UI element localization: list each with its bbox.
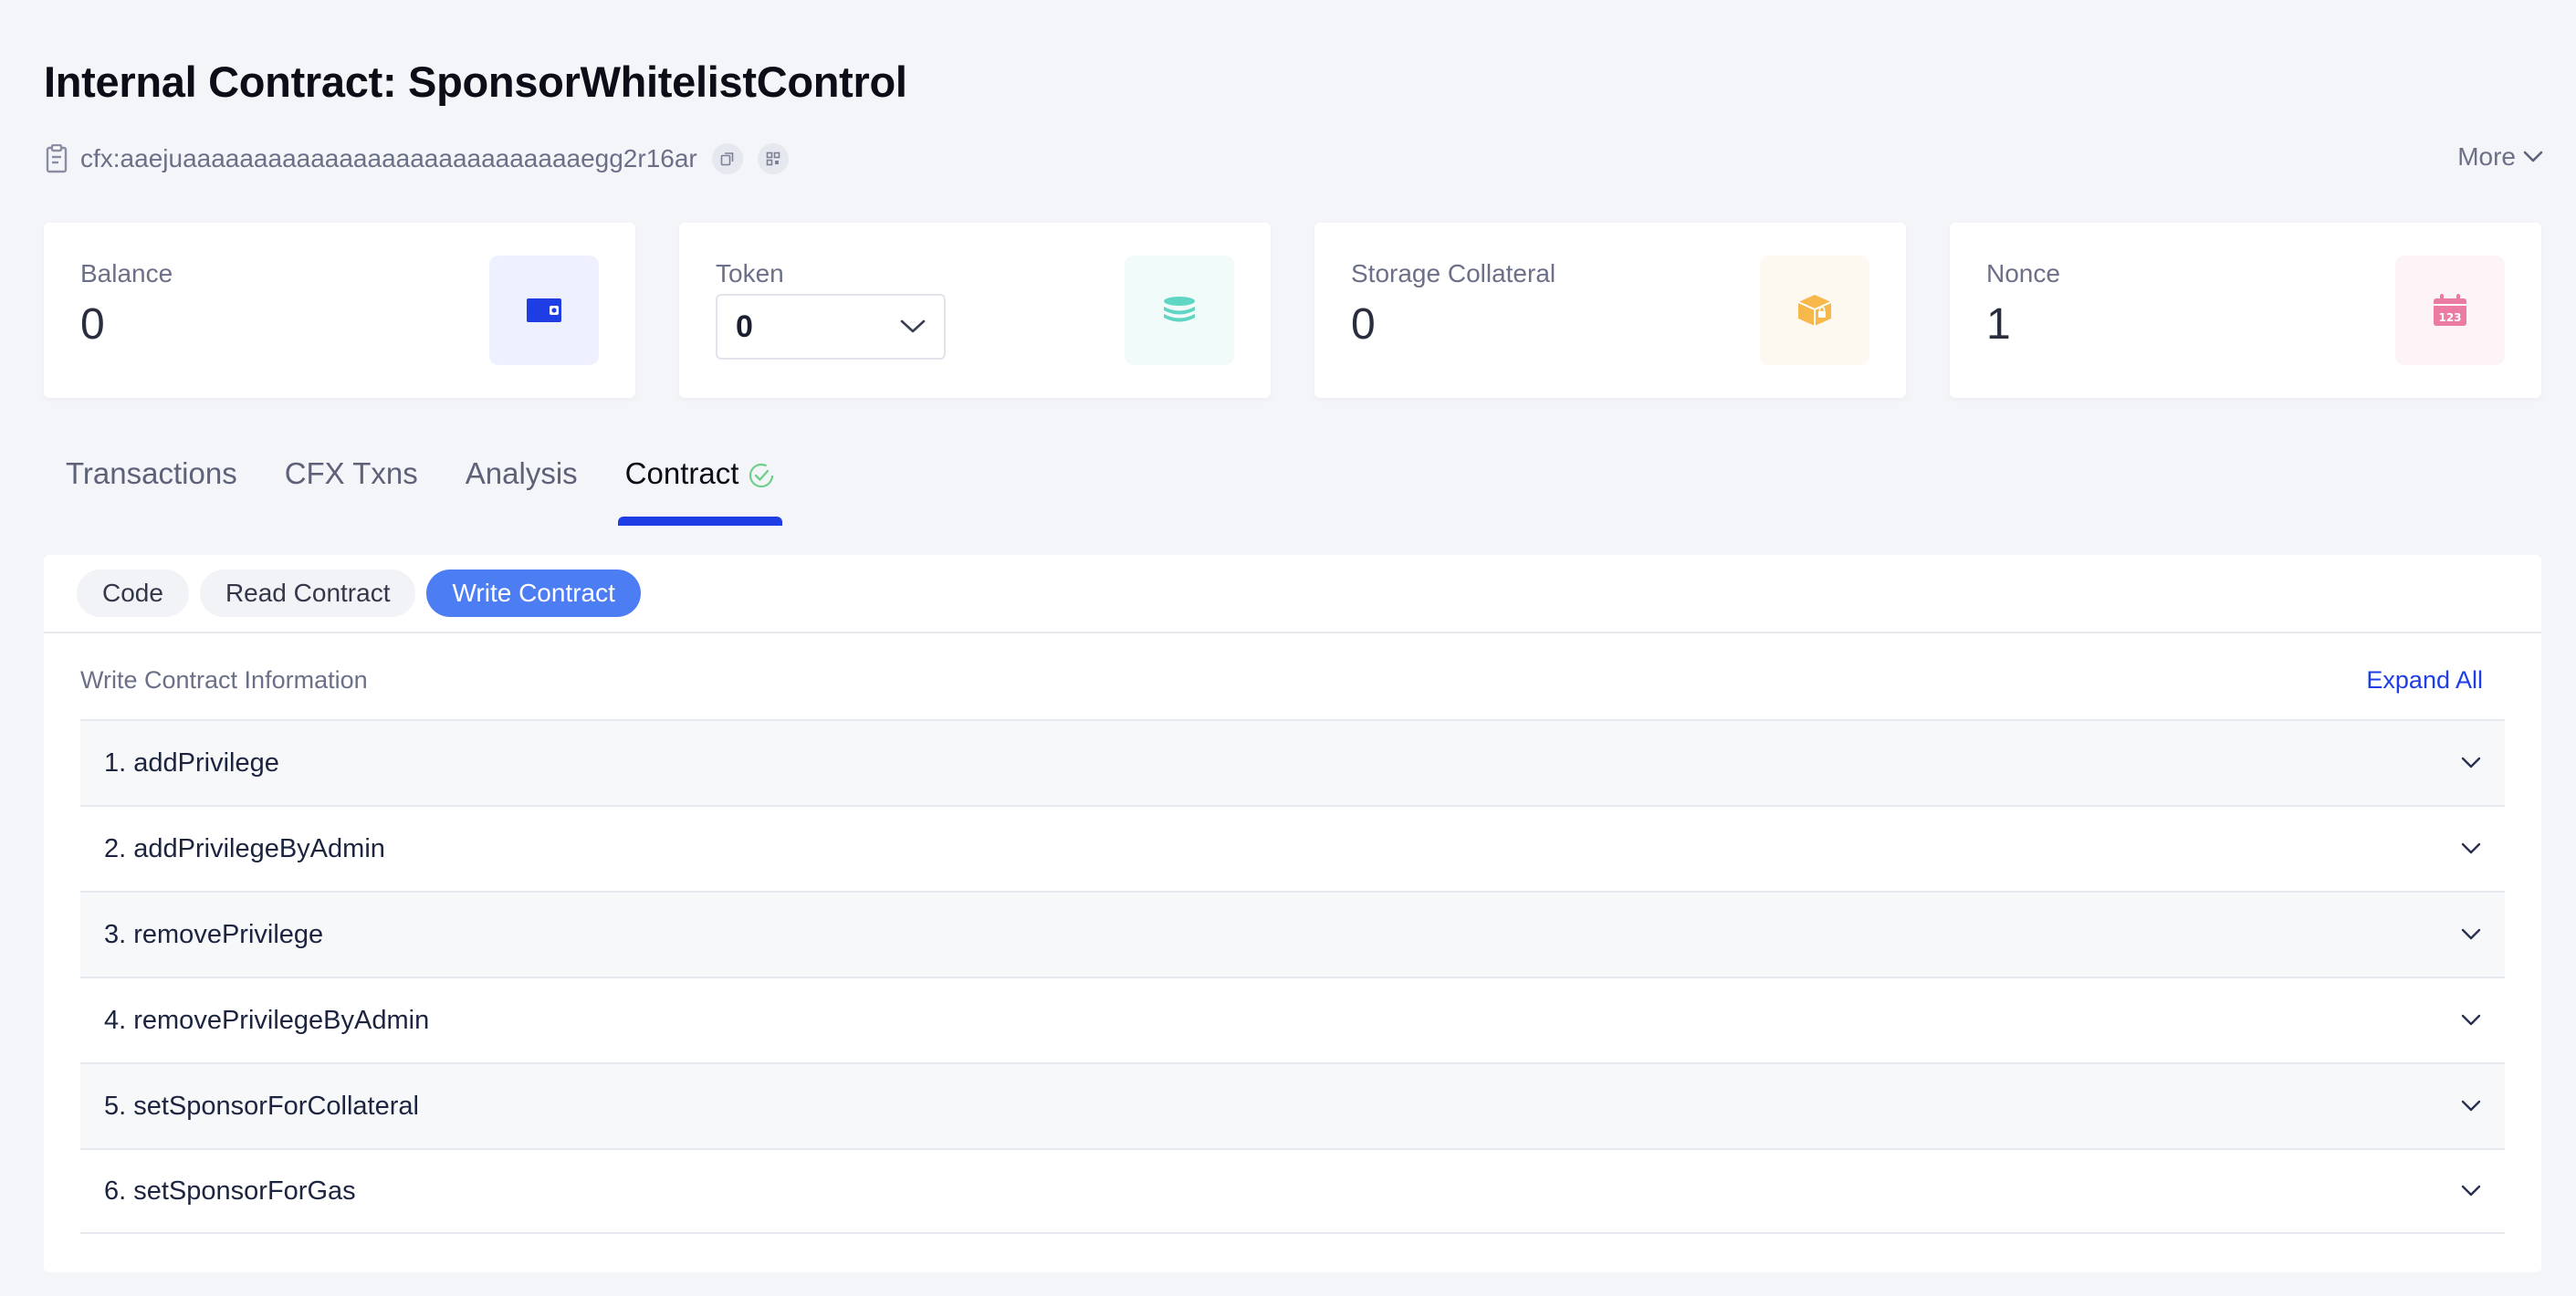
function-name: 5. setSponsorForCollateral bbox=[104, 1091, 419, 1121]
function-name: 2. addPrivilegeByAdmin bbox=[104, 833, 385, 863]
token-label: Token bbox=[716, 259, 784, 287]
function-name: 1. addPrivilege bbox=[104, 747, 279, 778]
function-list: 1. addPrivilege 2. addPrivilegeByAdmin 3… bbox=[80, 719, 2505, 1234]
contract-page: Internal Contract: SponsorWhitelistContr… bbox=[0, 0, 2576, 1296]
wallet-icon bbox=[489, 256, 599, 365]
function-row[interactable]: 2. addPrivilegeByAdmin bbox=[80, 805, 2505, 891]
token-card: Token 0 bbox=[679, 223, 1271, 398]
tab-label: Transactions bbox=[66, 456, 237, 490]
balance-label: Balance bbox=[80, 259, 173, 287]
verified-check-icon bbox=[748, 462, 775, 496]
tab-analysis[interactable]: Analysis bbox=[466, 456, 578, 526]
qrcode-icon[interactable] bbox=[757, 143, 789, 174]
balance-card: Balance 0 bbox=[44, 223, 635, 398]
box-icon bbox=[1760, 256, 1869, 365]
subtab-code[interactable]: Code bbox=[77, 570, 189, 617]
address-row: cfx:aaejuaaaaaaaaaaaaaaaaaaaaaaaaaaaaegg… bbox=[44, 139, 789, 179]
tab-cfx-txns[interactable]: CFX Txns bbox=[285, 456, 418, 526]
subtab-read-contract[interactable]: Read Contract bbox=[199, 570, 416, 617]
function-row[interactable]: 3. removePrivilege bbox=[80, 891, 2505, 977]
more-label: More bbox=[2457, 142, 2516, 171]
token-select[interactable]: 0 bbox=[716, 294, 946, 360]
main-tabs: Transactions CFX Txns Analysis Contract bbox=[66, 456, 783, 526]
contract-document-icon bbox=[44, 144, 71, 173]
token-select-value: 0 bbox=[736, 308, 753, 344]
function-name: 4. removePrivilegeByAdmin bbox=[104, 1005, 430, 1035]
coin-stack-icon bbox=[1125, 256, 1234, 365]
contract-subtabs: Code Read Contract Write Contract bbox=[44, 555, 2541, 633]
chevron-down-icon bbox=[2461, 1100, 2481, 1112]
function-row[interactable]: 4. removePrivilegeByAdmin bbox=[80, 977, 2505, 1062]
expand-all-link[interactable]: Expand All bbox=[2366, 666, 2483, 695]
nonce-value: 1 bbox=[1986, 300, 2011, 349]
tab-label: Analysis bbox=[465, 456, 578, 490]
function-name: 3. removePrivilege bbox=[104, 919, 324, 949]
chevron-down-icon bbox=[2461, 842, 2481, 854]
storage-card: Storage Collateral 0 bbox=[1314, 223, 1906, 398]
balance-value: 0 bbox=[80, 300, 105, 349]
tab-transactions[interactable]: Transactions bbox=[66, 456, 237, 526]
svg-text:123: 123 bbox=[2438, 311, 2461, 324]
function-row[interactable]: 5. setSponsorForCollateral bbox=[80, 1062, 2505, 1148]
contract-address: cfx:aaejuaaaaaaaaaaaaaaaaaaaaaaaaaaaaegg… bbox=[80, 144, 697, 172]
nonce-card: Nonce 1 123 bbox=[1950, 223, 2541, 398]
function-row[interactable]: 6. setSponsorForGas bbox=[80, 1148, 2505, 1234]
function-row[interactable]: 1. addPrivilege bbox=[80, 719, 2505, 805]
chevron-down-icon bbox=[2461, 1014, 2481, 1026]
tab-contract[interactable]: Contract bbox=[617, 456, 783, 526]
write-info-row: Write Contract Information Expand All bbox=[80, 666, 2505, 695]
chevron-down-icon bbox=[2461, 1185, 2481, 1197]
calendar-icon: 123 bbox=[2395, 256, 2505, 365]
function-name: 6. setSponsorForGas bbox=[104, 1176, 356, 1206]
stat-cards: Balance 0 Token 0 Storage Collateral 0 N… bbox=[44, 223, 2541, 398]
nonce-label: Nonce bbox=[1986, 259, 2060, 287]
chevron-down-icon bbox=[2461, 757, 2481, 768]
tab-label: Contract bbox=[624, 456, 739, 490]
copy-icon[interactable] bbox=[711, 143, 743, 174]
chevron-down-icon bbox=[2461, 928, 2481, 940]
contract-panel: Code Read Contract Write Contract Write … bbox=[44, 555, 2541, 1272]
tab-label: CFX Txns bbox=[284, 456, 418, 490]
page-title: Internal Contract: SponsorWhitelistContr… bbox=[44, 57, 907, 106]
more-dropdown[interactable]: More bbox=[2457, 142, 2543, 172]
chevron-down-icon bbox=[2523, 151, 2543, 162]
subtab-write-contract[interactable]: Write Contract bbox=[426, 570, 641, 617]
storage-value: 0 bbox=[1351, 300, 1376, 349]
chevron-down-icon bbox=[900, 319, 926, 333]
write-contract-info-label: Write Contract Information bbox=[80, 666, 368, 694]
storage-label: Storage Collateral bbox=[1351, 259, 1556, 287]
